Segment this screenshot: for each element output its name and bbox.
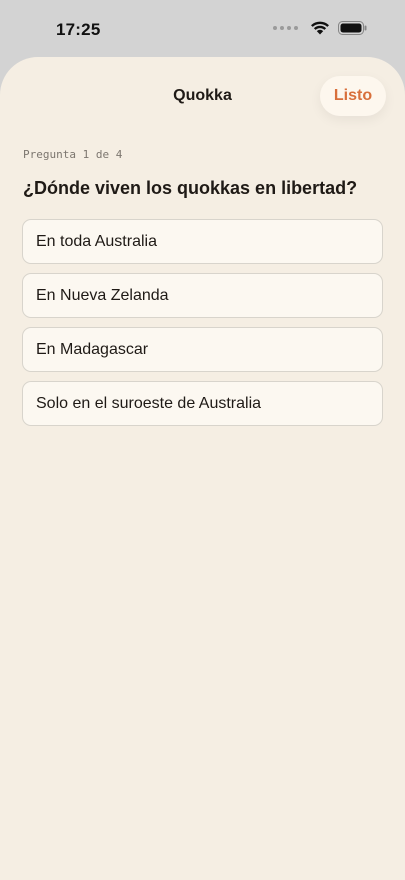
answer-option-label: En Nueva Zelanda: [36, 286, 169, 304]
battery-icon: [338, 20, 367, 35]
question-text: ¿Dónde viven los quokkas en libertad?: [23, 178, 358, 198]
answer-option-3[interactable]: En Madagascar: [22, 327, 383, 372]
wifi-icon: [311, 21, 329, 35]
answer-option-2[interactable]: En Nueva Zelanda: [22, 273, 383, 318]
answer-option-1[interactable]: En toda Australia: [22, 219, 383, 264]
done-button[interactable]: Listo: [320, 76, 386, 116]
status-time: 17:25: [56, 20, 101, 39]
answer-option-label: Solo en el suroeste de Australia: [36, 394, 262, 412]
status-icons: [273, 20, 367, 35]
quiz-sheet: Quokka Listo Pregunta 1 de 4 ¿Dónde vive…: [0, 57, 405, 880]
question-progress: Pregunta 1 de 4: [23, 148, 123, 161]
answer-option-label: En toda Australia: [36, 232, 157, 250]
answer-options: En toda Australia En Nueva Zelanda En Ma…: [22, 219, 383, 435]
answer-option-label: En Madagascar: [36, 340, 149, 358]
answer-option-4[interactable]: Solo en el suroeste de Australia: [22, 381, 383, 426]
status-bar: 17:25: [0, 0, 405, 58]
cellular-signal-icon: [273, 25, 298, 30]
